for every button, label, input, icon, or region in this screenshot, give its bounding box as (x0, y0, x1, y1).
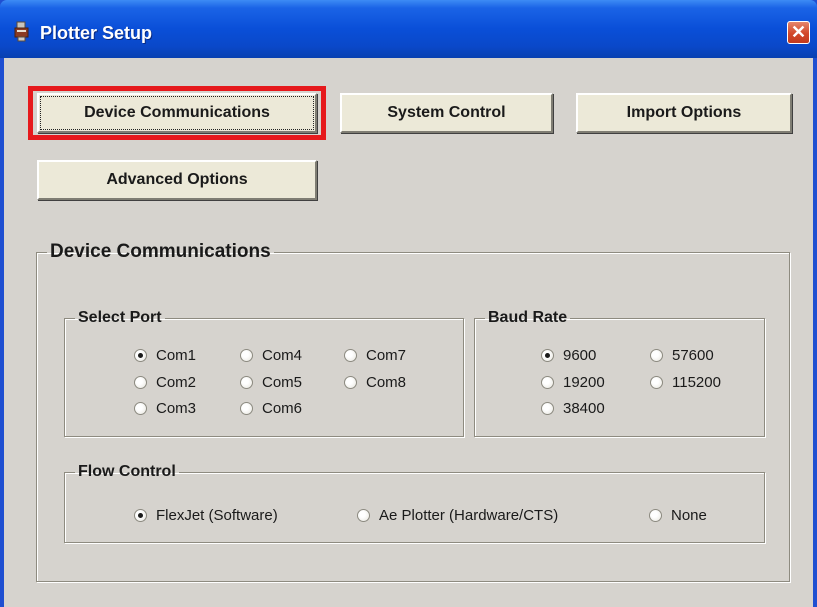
import-options-button[interactable]: Import Options (576, 93, 792, 133)
radio-button-selected[interactable] (134, 349, 147, 362)
radio-label: 57600 (672, 347, 714, 364)
dialog-body: Device Communications System Control Imp… (4, 58, 813, 607)
radio-button[interactable] (134, 376, 147, 389)
flow-control-heading: Flow Control (78, 463, 176, 480)
import-options-button-label: Import Options (626, 104, 742, 121)
radio-com4[interactable]: Com4 (240, 347, 302, 364)
advanced-options-button[interactable]: Advanced Options (37, 160, 317, 200)
baud-rate-group: Baud Rate (474, 309, 765, 437)
radio-button[interactable] (344, 349, 357, 362)
radio-com6[interactable]: Com6 (240, 400, 302, 417)
flow-control-group: Flow Control (64, 463, 765, 543)
radio-label: Com1 (156, 347, 197, 364)
radio-com8[interactable]: Com8 (344, 374, 406, 391)
radio-label: 38400 (563, 400, 605, 417)
radio-button[interactable] (240, 402, 253, 415)
radio-label: None (671, 507, 707, 524)
radio-baud-38400[interactable]: 38400 (541, 400, 605, 417)
radio-button[interactable] (650, 349, 663, 362)
radio-com5[interactable]: Com5 (240, 374, 302, 391)
radio-flow-none[interactable]: None (649, 507, 707, 524)
system-control-button[interactable]: System Control (340, 93, 553, 133)
plotter-setup-window: Plotter Setup ✕ Device Communications Sy… (0, 0, 817, 607)
radio-com1[interactable]: Com1 (134, 347, 196, 364)
radio-label: 9600 (563, 347, 597, 364)
radio-button[interactable] (344, 376, 357, 389)
radio-label: Com2 (156, 374, 197, 391)
baud-rate-heading: Baud Rate (488, 309, 568, 326)
radio-com3[interactable]: Com3 (134, 400, 196, 417)
radio-button[interactable] (650, 376, 663, 389)
device-communications-heading: Device Communications (50, 241, 271, 262)
plotter-icon (14, 21, 29, 42)
radio-baud-57600[interactable]: 57600 (650, 347, 714, 364)
radio-label: 19200 (563, 374, 605, 391)
window-title: Plotter Setup (40, 23, 153, 43)
radio-button[interactable] (240, 349, 253, 362)
radio-button[interactable] (541, 402, 554, 415)
device-communications-button[interactable]: Device Communications (37, 93, 317, 133)
close-button[interactable]: ✕ (787, 21, 810, 44)
radio-baud-115200[interactable]: 115200 (650, 374, 721, 391)
radio-label: Com3 (156, 400, 197, 417)
radio-button[interactable] (541, 376, 554, 389)
radio-label: Com4 (262, 347, 303, 364)
radio-baud-9600[interactable]: 9600 (541, 347, 596, 364)
device-communications-button-label: Device Communications (84, 104, 270, 121)
radio-label: Com7 (366, 347, 407, 364)
radio-com2[interactable]: Com2 (134, 374, 196, 391)
radio-button[interactable] (649, 509, 662, 522)
radio-button[interactable] (240, 376, 253, 389)
radio-flow-ae-plotter[interactable]: Ae Plotter (Hardware/CTS) (357, 507, 558, 524)
system-control-button-label: System Control (387, 104, 506, 121)
radio-label: Com6 (262, 400, 303, 417)
radio-label: Com5 (262, 374, 303, 391)
select-port-heading: Select Port (78, 309, 162, 326)
radio-com7[interactable]: Com7 (344, 347, 406, 364)
radio-label: 115200 (672, 374, 721, 391)
radio-flow-flexjet[interactable]: FlexJet (Software) (134, 507, 278, 524)
radio-label: Com8 (366, 374, 407, 391)
advanced-options-button-label: Advanced Options (106, 171, 248, 188)
radio-button[interactable] (357, 509, 370, 522)
radio-label: Ae Plotter (Hardware/CTS) (379, 507, 559, 524)
radio-button-selected[interactable] (134, 509, 147, 522)
radio-baud-19200[interactable]: 19200 (541, 374, 605, 391)
select-port-group: Select Port (64, 309, 464, 437)
radio-button-selected[interactable] (541, 349, 554, 362)
radio-label: FlexJet (Software) (156, 507, 278, 524)
close-icon: ✕ (790, 22, 807, 42)
radio-button[interactable] (134, 402, 147, 415)
title-bar[interactable]: Plotter Setup ✕ (0, 0, 817, 58)
